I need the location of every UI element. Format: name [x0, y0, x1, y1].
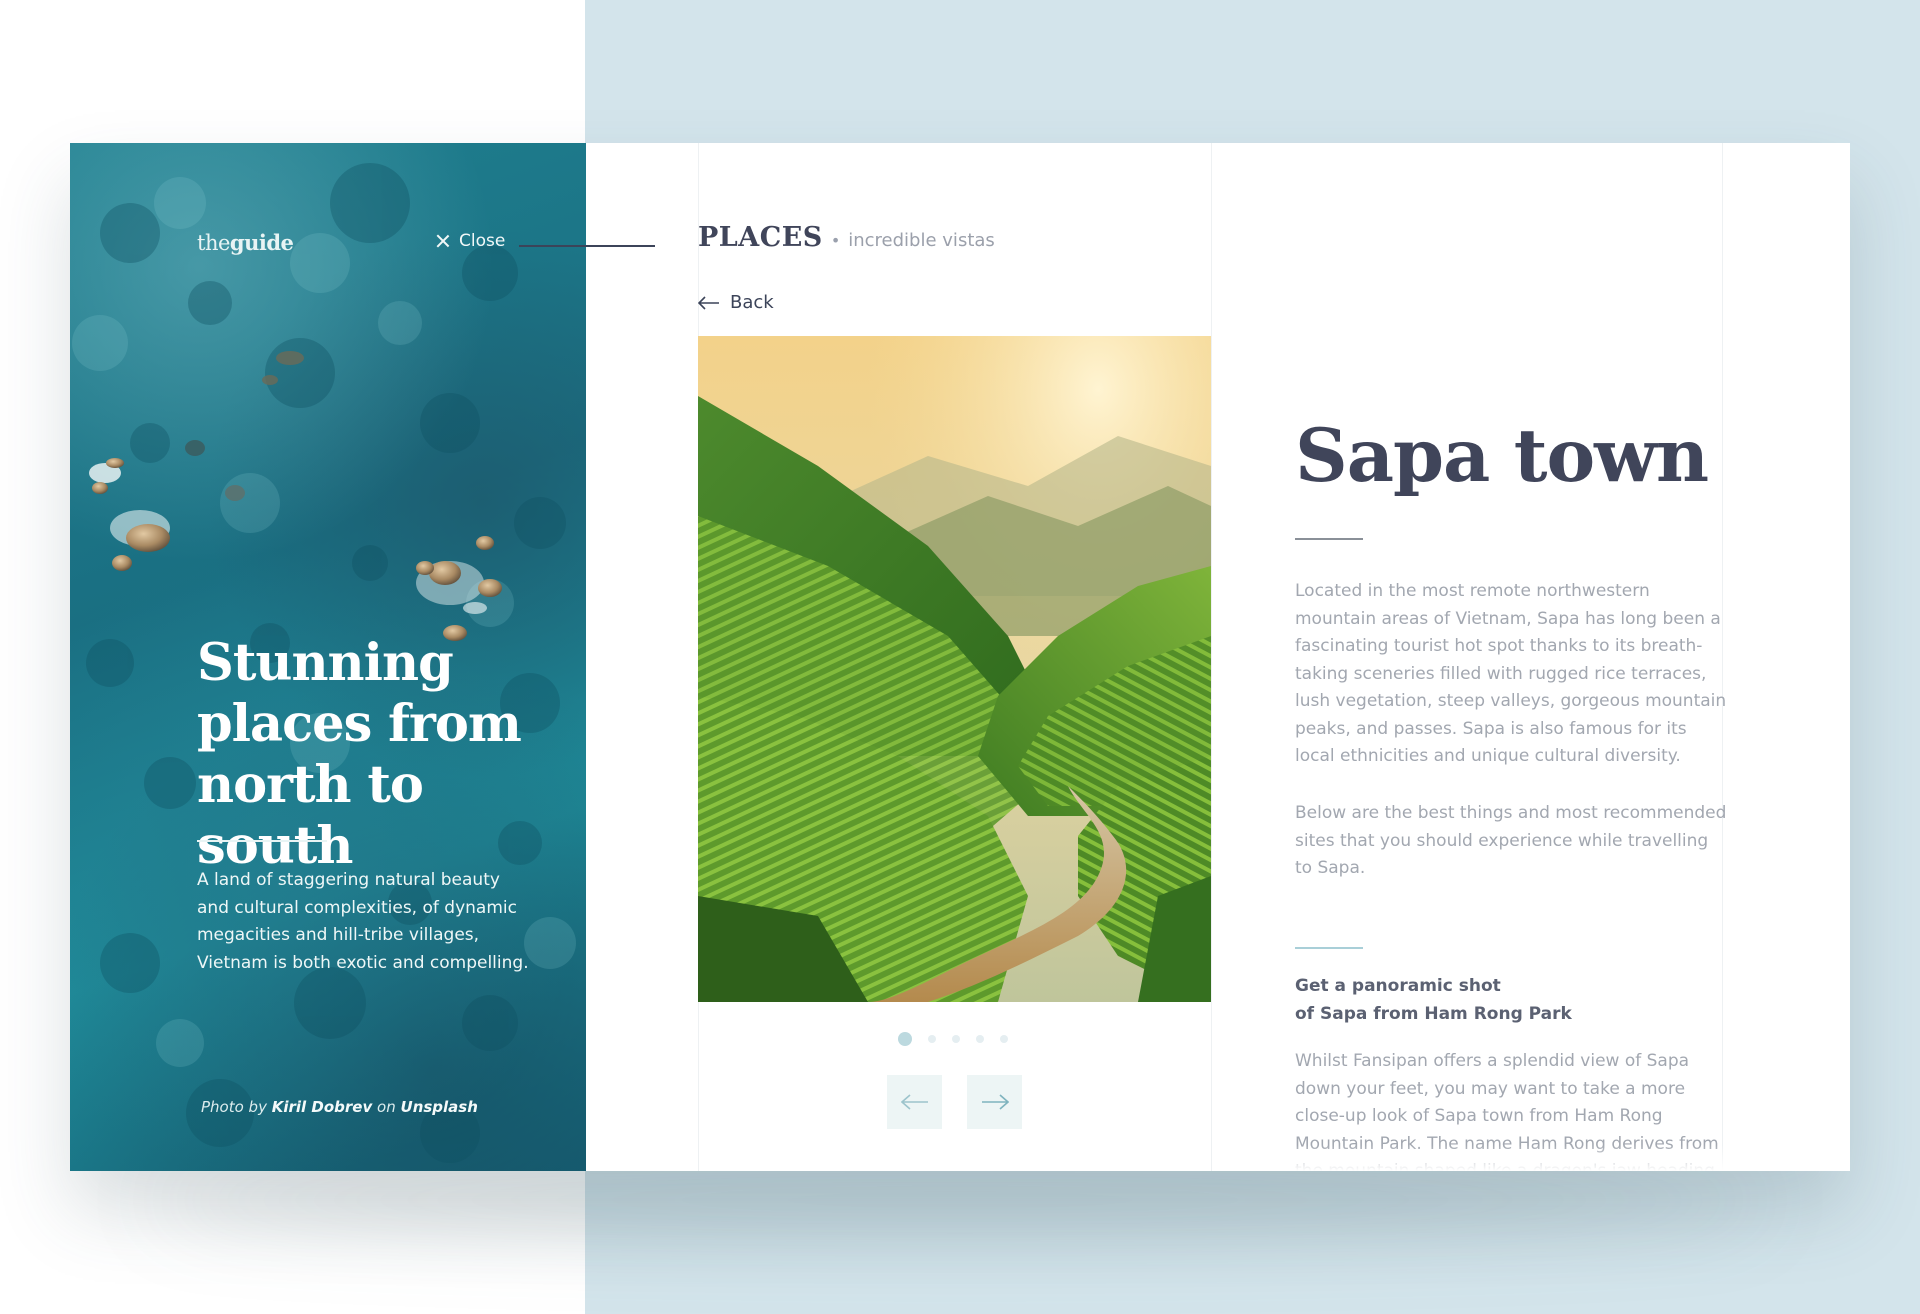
- section-separator: •: [830, 231, 841, 250]
- credit-site-link[interactable]: Unsplash: [401, 1098, 478, 1116]
- arrow-left-icon: [698, 295, 719, 310]
- hero-title-line-3: north to south: [197, 755, 424, 876]
- section-tagline: incredible vistas: [848, 230, 995, 251]
- pagination-dot[interactable]: [952, 1035, 960, 1043]
- section-label: PLACES: [698, 222, 823, 253]
- close-connector-line: [519, 245, 655, 247]
- close-button[interactable]: Close: [435, 231, 505, 251]
- article-paragraph-1: Located in the most remote northwestern …: [1295, 581, 1727, 766]
- logo-light-text: the: [197, 231, 230, 255]
- back-button[interactable]: Back: [698, 292, 774, 313]
- subsection-heading-line-1: Get a panoramic shot: [1295, 976, 1501, 996]
- article-paragraph-2: Below are the best things and most recom…: [1295, 803, 1727, 878]
- pagination-dot[interactable]: [898, 1032, 912, 1046]
- hero-title-line-1: Stunning: [197, 633, 454, 693]
- gallery-pagination: [898, 1032, 1008, 1046]
- close-icon: [435, 233, 451, 249]
- back-label: Back: [730, 292, 774, 313]
- subsection-heading-line-2: of Sapa from Ham Rong Park: [1295, 1004, 1572, 1024]
- article-title: Sapa town: [1295, 413, 1709, 499]
- credit-author-link[interactable]: Kiril Dobrev: [272, 1098, 373, 1116]
- brand-logo[interactable]: theguide: [197, 230, 294, 255]
- credit-prefix: Photo by: [201, 1098, 267, 1116]
- hero-panel: theguide Close Stunning places from nort…: [70, 143, 586, 1171]
- card-shadow: [150, 1170, 1770, 1230]
- arrow-right-icon: [981, 1094, 1009, 1110]
- credit-on: on: [377, 1098, 396, 1116]
- close-label: Close: [459, 231, 506, 251]
- arrow-left-icon: [900, 1094, 928, 1110]
- gallery-photo: [698, 336, 1211, 1002]
- logo-bold-text: guide: [229, 230, 294, 255]
- pagination-dot[interactable]: [928, 1035, 936, 1043]
- title-divider: [1295, 538, 1363, 540]
- section-header: PLACES • incredible vistas: [698, 222, 995, 253]
- scroll-fade: [1280, 1145, 1750, 1171]
- pagination-dot[interactable]: [1000, 1035, 1008, 1043]
- subsection-heading: Get a panoramic shot of Sapa from Ham Ro…: [1295, 972, 1715, 1028]
- hero-title-line-2: places from: [197, 694, 522, 754]
- hero-description: A land of staggering natural beauty and …: [197, 870, 529, 973]
- column-guide: [1211, 143, 1212, 1171]
- subsection-divider: [1295, 947, 1363, 949]
- photo-credit: Photo by Kiril Dobrev on Unsplash: [201, 1098, 478, 1116]
- hero-divider: [197, 840, 327, 842]
- pagination-dot[interactable]: [976, 1035, 984, 1043]
- gallery-next-button[interactable]: [967, 1075, 1022, 1129]
- gallery-prev-button[interactable]: [887, 1075, 942, 1129]
